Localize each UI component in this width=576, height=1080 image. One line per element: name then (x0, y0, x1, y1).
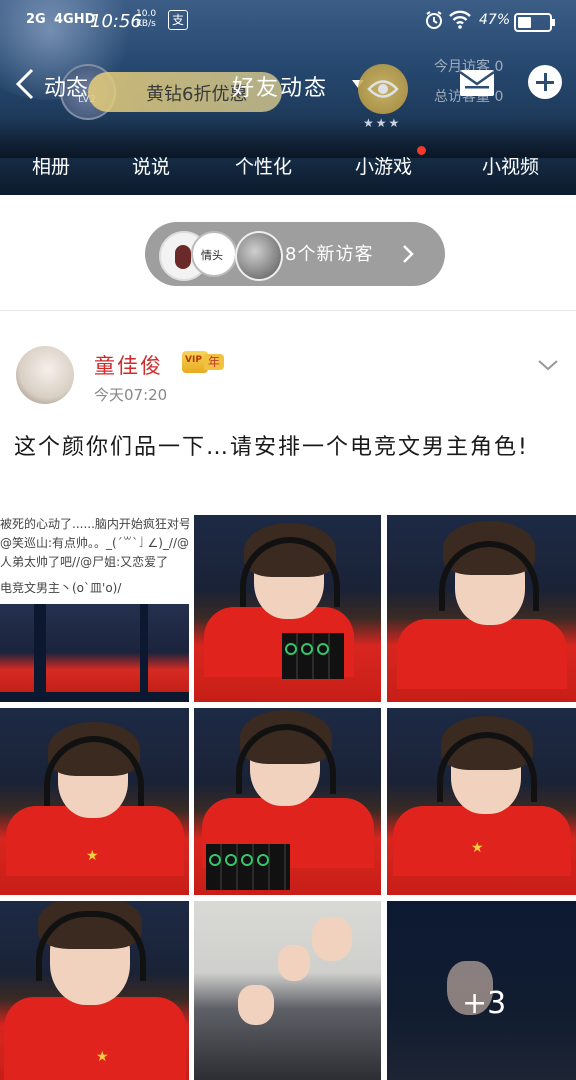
author-avatar[interactable] (16, 346, 74, 404)
flag-star-icon: ★ (471, 840, 484, 856)
photo-face (312, 917, 352, 961)
flag-star-icon: ★ (96, 1049, 109, 1065)
photo-energy-drinks (282, 633, 344, 679)
screenshot-comment-line: 被死的心动了......脑内开始疯狂对号 (0, 517, 189, 531)
yellow-diamond-vip-badge[interactable]: VIP 年 (182, 351, 230, 373)
back-arrow-icon[interactable] (10, 66, 40, 102)
tab-album[interactable]: 相册 (32, 152, 70, 179)
network-speed: 10.0 KB/s (136, 9, 156, 29)
post-image[interactable] (387, 515, 576, 702)
chevron-right-icon (403, 245, 414, 263)
post-image[interactable]: ★ (0, 708, 189, 895)
add-post-button[interactable] (528, 65, 562, 99)
signal-2g-indicator: 2G (26, 12, 46, 27)
tab-mini-games[interactable]: 小游戏 (355, 152, 412, 179)
new-visitors-label: 8个新访客 (285, 244, 374, 265)
post-image[interactable]: 被死的心动了......脑内开始疯狂对号 @笑巡山:有点帅。。_(ˊ꒳ˋ」∠)_… (0, 515, 189, 702)
author-name[interactable]: 童佳俊 (94, 350, 163, 380)
network-speed-unit: KB/s (136, 19, 156, 29)
alipay-notification-icon: 支 (168, 10, 188, 30)
photo-energy-drinks (206, 844, 290, 890)
message-envelope-icon[interactable] (458, 66, 496, 100)
status-bar: 2G 4GHD 10:56 10.0 KB/s 支 47% (0, 0, 576, 44)
flag-star-icon: ★ (86, 848, 99, 864)
photo-shirt (397, 619, 567, 689)
post-content: 这个颜你们品一下…请安排一个电竞文男主角色! (14, 435, 529, 460)
chevron-down-icon[interactable] (537, 358, 559, 372)
post-image[interactable] (194, 515, 381, 702)
visitors-section: 情头 8个新访客 (0, 195, 576, 310)
visitor-eye-badge[interactable] (358, 64, 408, 114)
visitor-avatar: 情头 (191, 231, 237, 277)
photo-face (238, 985, 274, 1025)
screenshot-photo-strip (0, 604, 189, 702)
photo-shirt (4, 997, 186, 1080)
battery-percent: 47% (479, 12, 511, 28)
visitor-avatar-text: 情头 (201, 249, 223, 262)
top-bar: LV2 黄钻6折优惠 动态 好友动态 ★★★ 今月访客 0 总访客量 0 (0, 50, 576, 130)
photo-face (278, 945, 310, 981)
status-time: 10:56 (90, 11, 142, 32)
post-image[interactable] (194, 901, 381, 1080)
notification-dot (417, 146, 426, 155)
wifi-icon (449, 10, 471, 29)
new-visitors-button[interactable]: 情头 8个新访客 (145, 222, 445, 286)
page-title[interactable]: 好友动态 (232, 70, 328, 102)
mini-photo (46, 604, 140, 692)
rating-stars: ★★★ (363, 116, 402, 130)
battery-icon (514, 13, 555, 32)
post-image[interactable]: ★ (0, 901, 189, 1080)
tab-shuoshuo[interactable]: 说说 (132, 152, 170, 179)
network-speed-value: 10.0 (136, 9, 157, 19)
back-button-label[interactable]: 动态 (44, 70, 88, 102)
tab-personalize[interactable]: 个性化 (235, 152, 292, 179)
screenshot-comment-line: @笑巡山:有点帅。。_(ˊ꒳ˋ」∠)_//@ (0, 536, 189, 550)
divider (0, 310, 576, 311)
more-images-count[interactable]: +3 (462, 986, 506, 1021)
vip-crown-text: VIP (185, 355, 202, 365)
mini-photo (148, 604, 189, 692)
vip-year-label: 年 (204, 354, 225, 370)
screenshot-comment-line: 人弟太帅了吧//@尸姐:又恋爱了 (0, 555, 169, 569)
post-image[interactable] (194, 708, 381, 895)
screenshot-comment-line: 电竞文男主丶(o`皿'o)/ (0, 581, 122, 595)
qzone-nav-tabs: 相册 说说 个性化 小游戏 小视频 (0, 146, 576, 184)
tab-short-video[interactable]: 小视频 (482, 152, 539, 179)
post-time: 今天07:20 (94, 386, 168, 404)
visitor-avatar (235, 231, 283, 281)
mini-photo (0, 604, 34, 692)
alarm-icon (426, 11, 442, 29)
post-image[interactable]: ★ (387, 708, 576, 895)
eye-icon (367, 80, 399, 98)
